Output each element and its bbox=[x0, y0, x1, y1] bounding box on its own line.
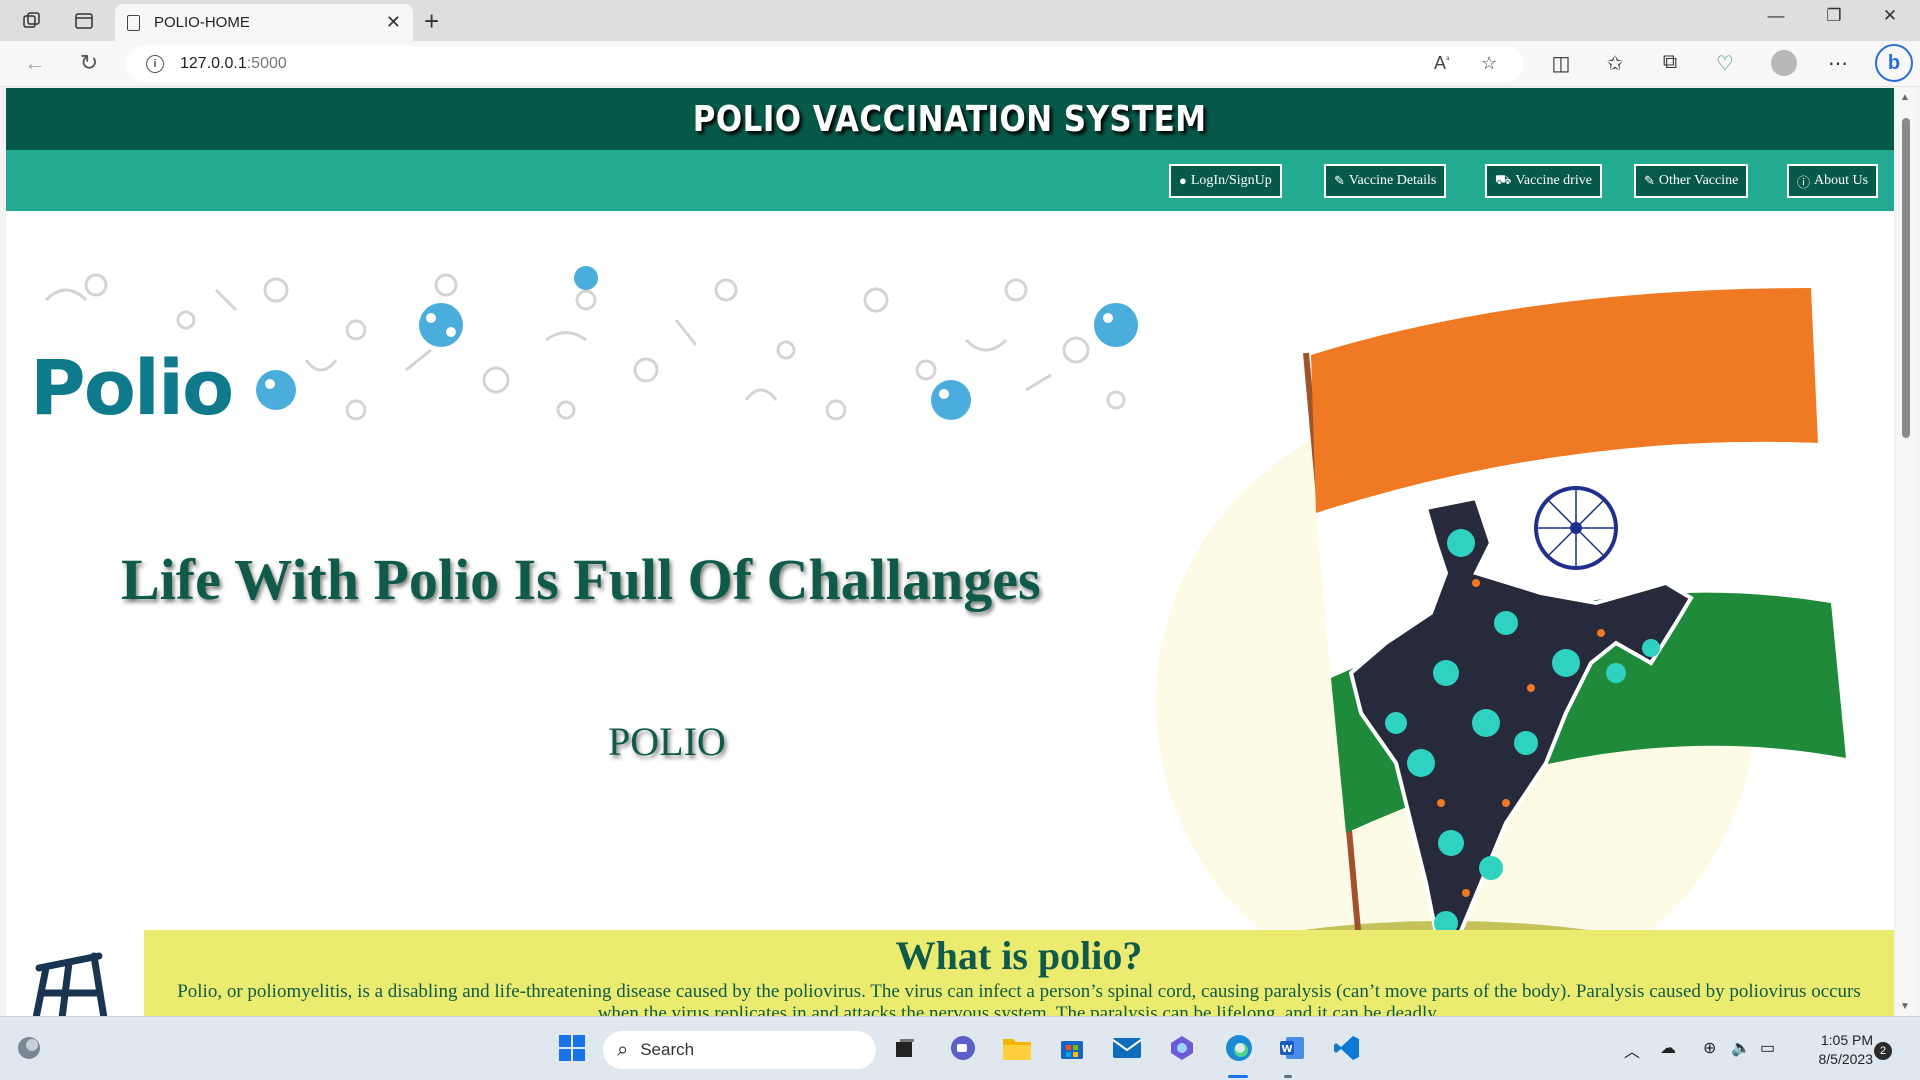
india-flag-map-illustration bbox=[1146, 288, 1866, 1016]
scroll-down-icon[interactable]: ▼ bbox=[1900, 1001, 1910, 1012]
site-title: POLIO VACCINATION SYSTEM bbox=[693, 98, 1207, 140]
login-signup-button[interactable]: ● LogIn/SignUp bbox=[1169, 164, 1282, 198]
pencil-icon: ✎ bbox=[1334, 173, 1345, 188]
site-header: POLIO VACCINATION SYSTEM bbox=[6, 88, 1894, 150]
bing-copilot-icon[interactable]: b bbox=[1875, 44, 1913, 82]
close-window-icon[interactable]: ✕ bbox=[1870, 6, 1910, 26]
more-options-icon[interactable]: ⋯ bbox=[1823, 51, 1853, 76]
back-icon[interactable]: ← bbox=[20, 50, 50, 76]
new-tab-icon[interactable]: + bbox=[424, 6, 439, 37]
address-toolbar: ← ↻ i 127.0.0.1:5000 Aᵃ ☆ ◫ ✩ ⧉ ♡ ⋯ b bbox=[0, 41, 1920, 87]
notification-badge[interactable]: 2 bbox=[1874, 1042, 1892, 1060]
show-hidden-icons[interactable]: ︿ bbox=[1624, 1038, 1640, 1062]
page-icon bbox=[127, 14, 140, 31]
clock-date: 8/5/2023 bbox=[1818, 1051, 1874, 1067]
url-text: 127.0.0.1:5000 bbox=[180, 55, 287, 72]
taskbar-search[interactable]: ⌕ Search bbox=[603, 1031, 876, 1069]
info-title: What is polio? bbox=[895, 933, 1143, 978]
browser-tab-active[interactable]: POLIO-HOME ✕ bbox=[115, 4, 413, 41]
task-view-icon[interactable] bbox=[888, 1031, 922, 1065]
address-bar[interactable]: i 127.0.0.1:5000 Aᵃ ☆ bbox=[126, 46, 1524, 82]
vscode-icon[interactable] bbox=[1330, 1031, 1364, 1065]
close-tab-icon[interactable]: ✕ bbox=[386, 12, 401, 33]
profile-avatar[interactable] bbox=[1771, 50, 1797, 76]
browser-tab-bar: POLIO-HOME ✕ + — ❐ ✕ bbox=[0, 0, 1920, 41]
restore-icon[interactable]: ❐ bbox=[1814, 6, 1854, 26]
other-vaccine-button[interactable]: ✎ Other Vaccine bbox=[1634, 164, 1749, 198]
collections-icon[interactable]: ⧉ bbox=[1655, 51, 1685, 74]
favorites-icon[interactable]: ✩ bbox=[1600, 51, 1630, 76]
edge-active-indicator bbox=[1228, 1075, 1248, 1078]
walker-icon bbox=[32, 952, 108, 1016]
search-icon: ⌕ bbox=[617, 1038, 629, 1061]
teams-chat-icon[interactable] bbox=[946, 1031, 980, 1065]
mail-icon[interactable] bbox=[1110, 1031, 1144, 1065]
clock-time: 1:05 PM bbox=[1820, 1032, 1873, 1048]
microsoft-store-icon[interactable] bbox=[1055, 1031, 1089, 1065]
tab-title: POLIO-HOME bbox=[154, 14, 250, 31]
scroll-up-icon[interactable]: ▲ bbox=[1900, 92, 1910, 103]
refresh-icon[interactable]: ↻ bbox=[74, 50, 104, 76]
page-viewport: POLIO VACCINATION SYSTEM ● LogIn/SignUp ✎… bbox=[6, 88, 1894, 1016]
tab-actions-icon[interactable] bbox=[71, 8, 97, 34]
favorite-star-icon[interactable]: ☆ bbox=[1481, 53, 1497, 74]
edge-browser-icon[interactable] bbox=[1222, 1031, 1256, 1065]
start-windows-icon[interactable] bbox=[555, 1031, 589, 1065]
user-circle-icon: ● bbox=[1179, 173, 1187, 188]
weather-cloud-icon[interactable]: ☁ bbox=[1660, 1038, 1676, 1058]
vaccine-details-button[interactable]: ✎ Vaccine Details bbox=[1324, 164, 1447, 198]
page-scrollbar[interactable]: ▲ ▼ bbox=[1896, 88, 1916, 1016]
windows-taskbar: ⌕ Search W ︿ ☁ ⊕ 🔈 ▭ 1:05 PM 8/5/2023 2 bbox=[0, 1016, 1920, 1080]
system-clock[interactable]: 1:05 PM 8/5/2023 bbox=[1785, 1031, 1874, 1069]
minimize-icon[interactable]: — bbox=[1756, 6, 1796, 26]
site-navbar: ● LogIn/SignUp ✎ Vaccine Details ⛟ Vaccine … bbox=[6, 150, 1894, 211]
vaccine-drive-button[interactable]: ⛟ Vaccine drive bbox=[1485, 164, 1602, 198]
language-globe-icon[interactable]: ⊕ bbox=[1703, 1038, 1716, 1058]
search-label: Search bbox=[640, 1040, 695, 1059]
widgets-icon[interactable] bbox=[12, 1031, 46, 1065]
polio-logo: Polio bbox=[30, 343, 234, 432]
svg-text:W: W bbox=[1281, 1044, 1292, 1055]
workspaces-icon[interactable] bbox=[19, 8, 45, 34]
what-is-polio-section: What is polio? Polio, or poliomyelitis, … bbox=[144, 930, 1894, 1016]
volume-icon[interactable]: 🔈 bbox=[1731, 1038, 1751, 1058]
hero-heading: Life With Polio Is Full Of Challanges bbox=[121, 547, 1041, 612]
file-explorer-icon[interactable] bbox=[1000, 1031, 1034, 1065]
read-aloud-icon[interactable]: Aᵃ bbox=[1434, 53, 1449, 74]
word-icon[interactable]: W bbox=[1275, 1031, 1309, 1065]
copilot-app-icon[interactable] bbox=[1165, 1031, 1199, 1065]
battery-icon[interactable]: ▭ bbox=[1760, 1038, 1775, 1058]
pencil-icon: ✎ bbox=[1644, 173, 1655, 188]
hero-subheading: POLIO bbox=[608, 719, 726, 764]
split-screen-icon[interactable]: ◫ bbox=[1546, 51, 1576, 76]
info-paragraph: Polio, or poliomyelitis, is a disabling … bbox=[177, 981, 1861, 1016]
word-open-indicator bbox=[1284, 1075, 1292, 1078]
scrollbar-thumb[interactable] bbox=[1902, 118, 1910, 438]
info-icon: ⓘ bbox=[1797, 174, 1811, 190]
car-icon: ⛟ bbox=[1495, 172, 1512, 187]
about-us-button[interactable]: ⓘ About Us bbox=[1787, 164, 1879, 198]
site-info-icon[interactable]: i bbox=[146, 55, 164, 73]
browser-essentials-icon[interactable]: ♡ bbox=[1710, 51, 1740, 76]
